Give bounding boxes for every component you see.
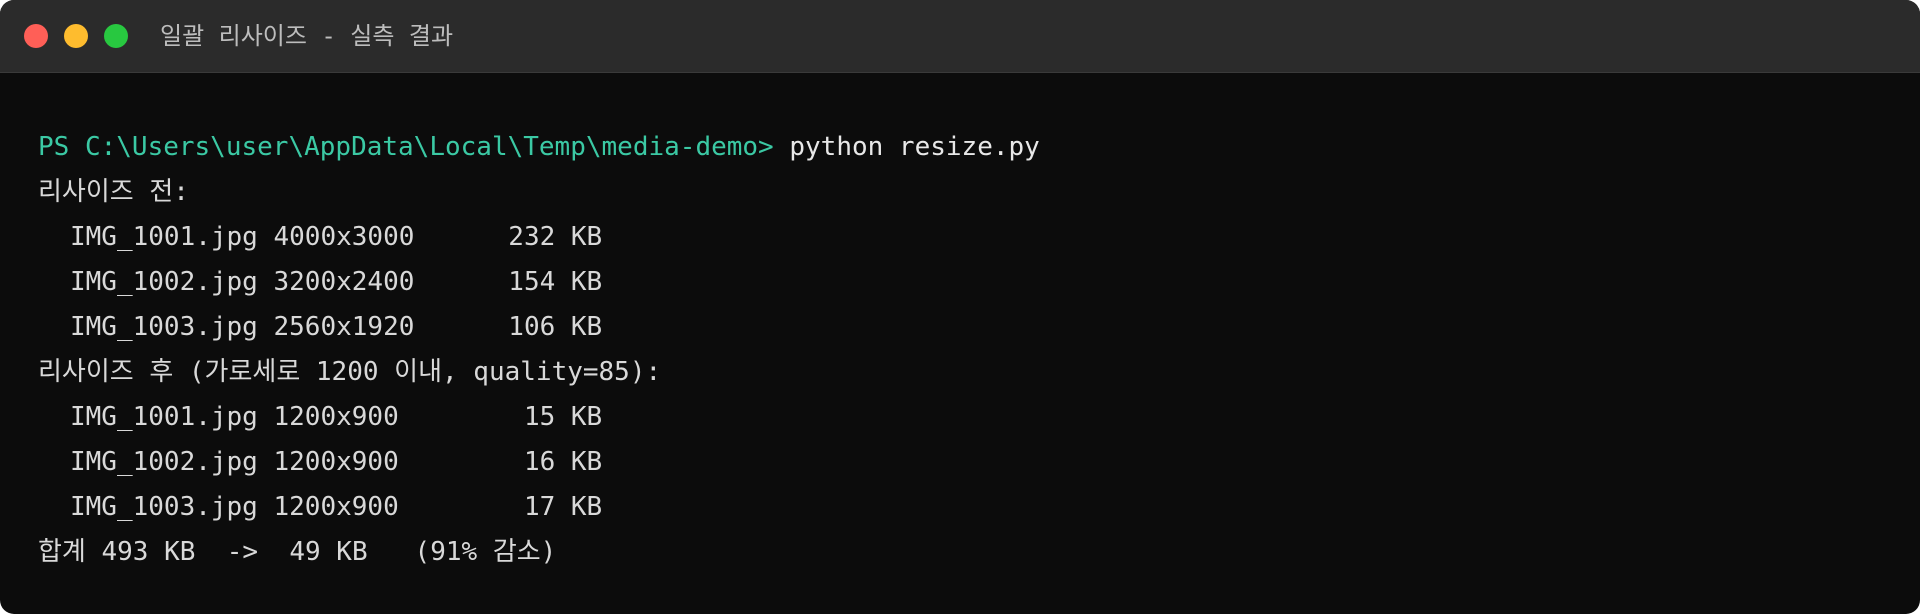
after-header: 리사이즈 후 (가로세로 1200 이내, quality=85):	[38, 357, 662, 387]
title-bar: 일괄 리사이즈 - 실측 결과	[0, 0, 1920, 73]
prompt-line: PS C:\Users\user\AppData\Local\Temp\medi…	[38, 125, 1920, 170]
window-title: 일괄 리사이즈 - 실측 결과	[160, 22, 454, 50]
after-row: IMG_1002.jpg 1200x900 16 KB	[70, 447, 603, 477]
command-text: python resize.py	[789, 132, 1040, 162]
close-button[interactable]	[24, 24, 48, 48]
terminal-window: 일괄 리사이즈 - 실측 결과 PS C:\Users\user\AppData…	[0, 0, 1920, 614]
before-row: IMG_1003.jpg 2560x1920 106 KB	[70, 312, 603, 342]
after-row: IMG_1001.jpg 1200x900 15 KB	[70, 402, 603, 432]
summary-line: 합계 493 KB -> 49 KB (91% 감소)	[38, 537, 557, 567]
before-row: IMG_1002.jpg 3200x2400 154 KB	[70, 267, 603, 297]
shell-prompt: PS C:\Users\user\AppData\Local\Temp\medi…	[38, 132, 790, 162]
terminal-output[interactable]: PS C:\Users\user\AppData\Local\Temp\medi…	[38, 125, 1920, 575]
after-row: IMG_1003.jpg 1200x900 17 KB	[70, 492, 603, 522]
before-row: IMG_1001.jpg 4000x3000 232 KB	[70, 222, 603, 252]
maximize-button[interactable]	[104, 24, 128, 48]
before-header: 리사이즈 전:	[38, 177, 189, 207]
minimize-button[interactable]	[64, 24, 88, 48]
